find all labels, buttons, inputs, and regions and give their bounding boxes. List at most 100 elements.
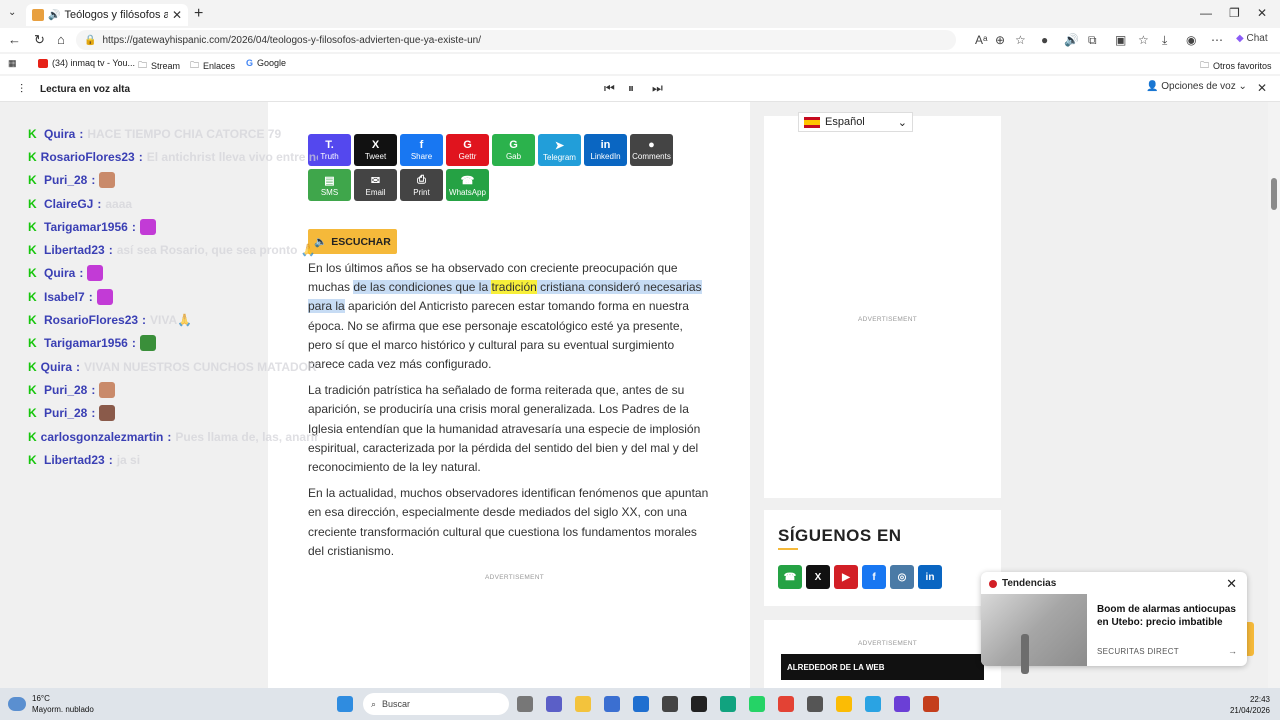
chevron-down-icon: ⌄ [897,116,907,129]
youtube-icon[interactable]: ▶ [834,565,858,589]
split-screen-icon[interactable]: ▣ [1115,33,1126,47]
file-explorer-icon[interactable] [575,696,591,712]
share-button-gab[interactable]: G Gab [492,134,535,166]
back-icon[interactable]: ← [8,32,21,47]
pause-icon[interactable]: ⏸ [628,81,634,96]
telegram-icon[interactable] [865,696,881,712]
share-button-share[interactable]: f Share [400,134,443,166]
active-tab[interactable]: 🔊 Teólogos y filósofos advierten ✕ [26,4,188,26]
close-tab-icon[interactable]: ✕ [172,8,182,22]
bookmark-google[interactable]: G Google [246,58,286,68]
app-icon[interactable] [662,696,678,712]
listen-button[interactable]: 🔈 ESCUCHAR [308,229,397,254]
chat-username[interactable]: Quira [44,266,75,280]
x-icon[interactable]: X [806,565,830,589]
mail-icon[interactable] [633,696,649,712]
listen-label: ESCUCHAR [331,235,391,248]
apps-icon[interactable]: ▦ [8,58,17,69]
notification-title[interactable]: Boom de alarmas antiocupas en Utebo: pre… [1097,603,1237,629]
share-label: Gettr [458,152,477,161]
share-button-telegram[interactable]: ➤ Telegram [538,134,581,166]
maximize-icon[interactable]: ❐ [1229,6,1240,20]
store-icon[interactable] [604,696,620,712]
language-selector[interactable]: Español ⌄ [798,112,913,132]
share-button-whatsapp[interactable]: ☎ WhatsApp [446,169,489,201]
weather-widget[interactable]: 16°C Mayorm. nublado [8,693,94,715]
chat-username[interactable]: RosarioFlores23 [44,313,138,327]
chat-username[interactable]: RosarioFlores23 [41,150,135,164]
more-icon[interactable]: ⋯ [1211,33,1223,47]
chat-username[interactable]: Libertad23 [44,453,105,467]
close-notification-icon[interactable]: ✕ [1226,576,1237,592]
address-bar[interactable]: 🔒 https://gatewayhispanic.com/2026/04/te… [76,30,956,50]
scrollbar-thumb[interactable] [1271,178,1277,210]
tab-actions-icon[interactable]: ⌄ [8,7,16,18]
copilot-chat-button[interactable]: ◆ Chat [1236,33,1268,44]
teams-icon[interactable] [546,696,562,712]
refresh-icon[interactable]: ↻ [34,32,45,48]
arrow-right-icon[interactable]: → [1228,646,1237,656]
tab-bar: ⌄ 🔊 Teólogos y filósofos advierten ✕ + —… [0,0,1280,28]
downloads-icon[interactable]: ⤓ [1162,33,1167,48]
clock[interactable]: 22:43 21/04/2026 [1230,694,1270,716]
share-button-email[interactable]: ✉ Email [354,169,397,201]
edge-icon[interactable] [720,696,736,712]
favorites-icon[interactable]: ☆ [1138,33,1149,47]
extension-icon[interactable]: ● [1041,33,1048,47]
scrollbar[interactable] [1268,102,1280,688]
close-read-aloud-icon[interactable]: ✕ [1257,81,1267,95]
windows-start-icon[interactable] [337,696,353,712]
facebook-icon[interactable]: f [862,565,886,589]
bookmark-enlaces[interactable]: 🗀 Enlaces [190,58,235,74]
chat-username[interactable]: Quira [41,360,72,374]
read-aloud-bar: ⫶ Lectura en voz alta ⏮ ⏸ ⏭ 👤 Opciones d… [0,76,1280,102]
chat-username[interactable]: carlosgonzalezmartin [41,430,164,444]
share-button-tweet[interactable]: X Tweet [354,134,397,166]
read-aloud-icon[interactable]: Aᵃ [975,33,987,47]
chrome-icon[interactable] [836,696,852,712]
chat-message: K RosarioFlores23: El antichrist lleva viv… [28,145,318,168]
taskbar-search[interactable]: ⌕ Buscar [363,693,509,715]
bookmark-stream[interactable]: 🗀 Stream [138,58,180,74]
share-button-gettr[interactable]: G Gettr [446,134,489,166]
chat-username[interactable]: Puri_28 [44,383,87,397]
other-favorites[interactable]: 🗀 Otros favoritos [1200,58,1272,74]
next-icon[interactable]: ⏭ [652,81,663,96]
extensions-icon[interactable]: ⧉ [1088,33,1097,48]
volume-icon[interactable]: 🔊 [1064,33,1079,47]
chat-username[interactable]: Tarigamar1956 [44,220,128,234]
chat-username[interactable]: Puri_28 [44,406,87,420]
chrome-icon[interactable] [778,696,794,712]
whatsapp-icon[interactable]: ☎ [778,565,802,589]
translate-icon[interactable]: ⊕ [995,33,1005,47]
bookmark-youtube[interactable]: (34) inmaq tv - You... [38,58,135,68]
share-button-linkedin[interactable]: in LinkedIn [584,134,627,166]
app-icon[interactable] [691,696,707,712]
chat-username[interactable]: Puri_28 [44,173,87,187]
new-tab-button[interactable]: + [194,5,203,23]
task-view-icon[interactable] [517,696,533,712]
profile-avatar-icon[interactable]: ◉ [1186,33,1196,47]
share-button-comments[interactable]: ● Comments [630,134,673,166]
linkedin-icon[interactable]: in [918,565,942,589]
favorite-star-icon[interactable]: ☆ [1015,33,1026,47]
instagram-icon[interactable]: ◎ [890,565,914,589]
powerpoint-icon[interactable] [923,696,939,712]
trending-notification[interactable]: Tendencias ✕ Boom de alarmas antiocupas … [981,572,1247,674]
app-icon[interactable] [807,696,823,712]
close-window-icon[interactable]: ✕ [1257,6,1267,20]
chat-username[interactable]: ClaireGJ [44,197,93,211]
minimize-icon[interactable]: — [1200,6,1212,20]
temperature: 16°C [32,694,50,703]
chat-username[interactable]: Tarigamar1956 [44,336,128,350]
app-icon[interactable] [894,696,910,712]
whatsapp-icon[interactable] [749,696,765,712]
chat-username[interactable]: Quira [44,127,75,141]
share-label: Print [413,187,430,197]
chat-username[interactable]: Libertad23 [44,243,105,257]
share-button-print[interactable]: ⎙ Print [400,169,443,201]
previous-icon[interactable]: ⏮ [604,81,615,96]
chat-username[interactable]: Isabel7 [44,290,85,304]
voice-options-button[interactable]: 👤 Opciones de voz ⌄ [1146,81,1247,92]
home-icon[interactable]: ⌂ [57,32,65,47]
